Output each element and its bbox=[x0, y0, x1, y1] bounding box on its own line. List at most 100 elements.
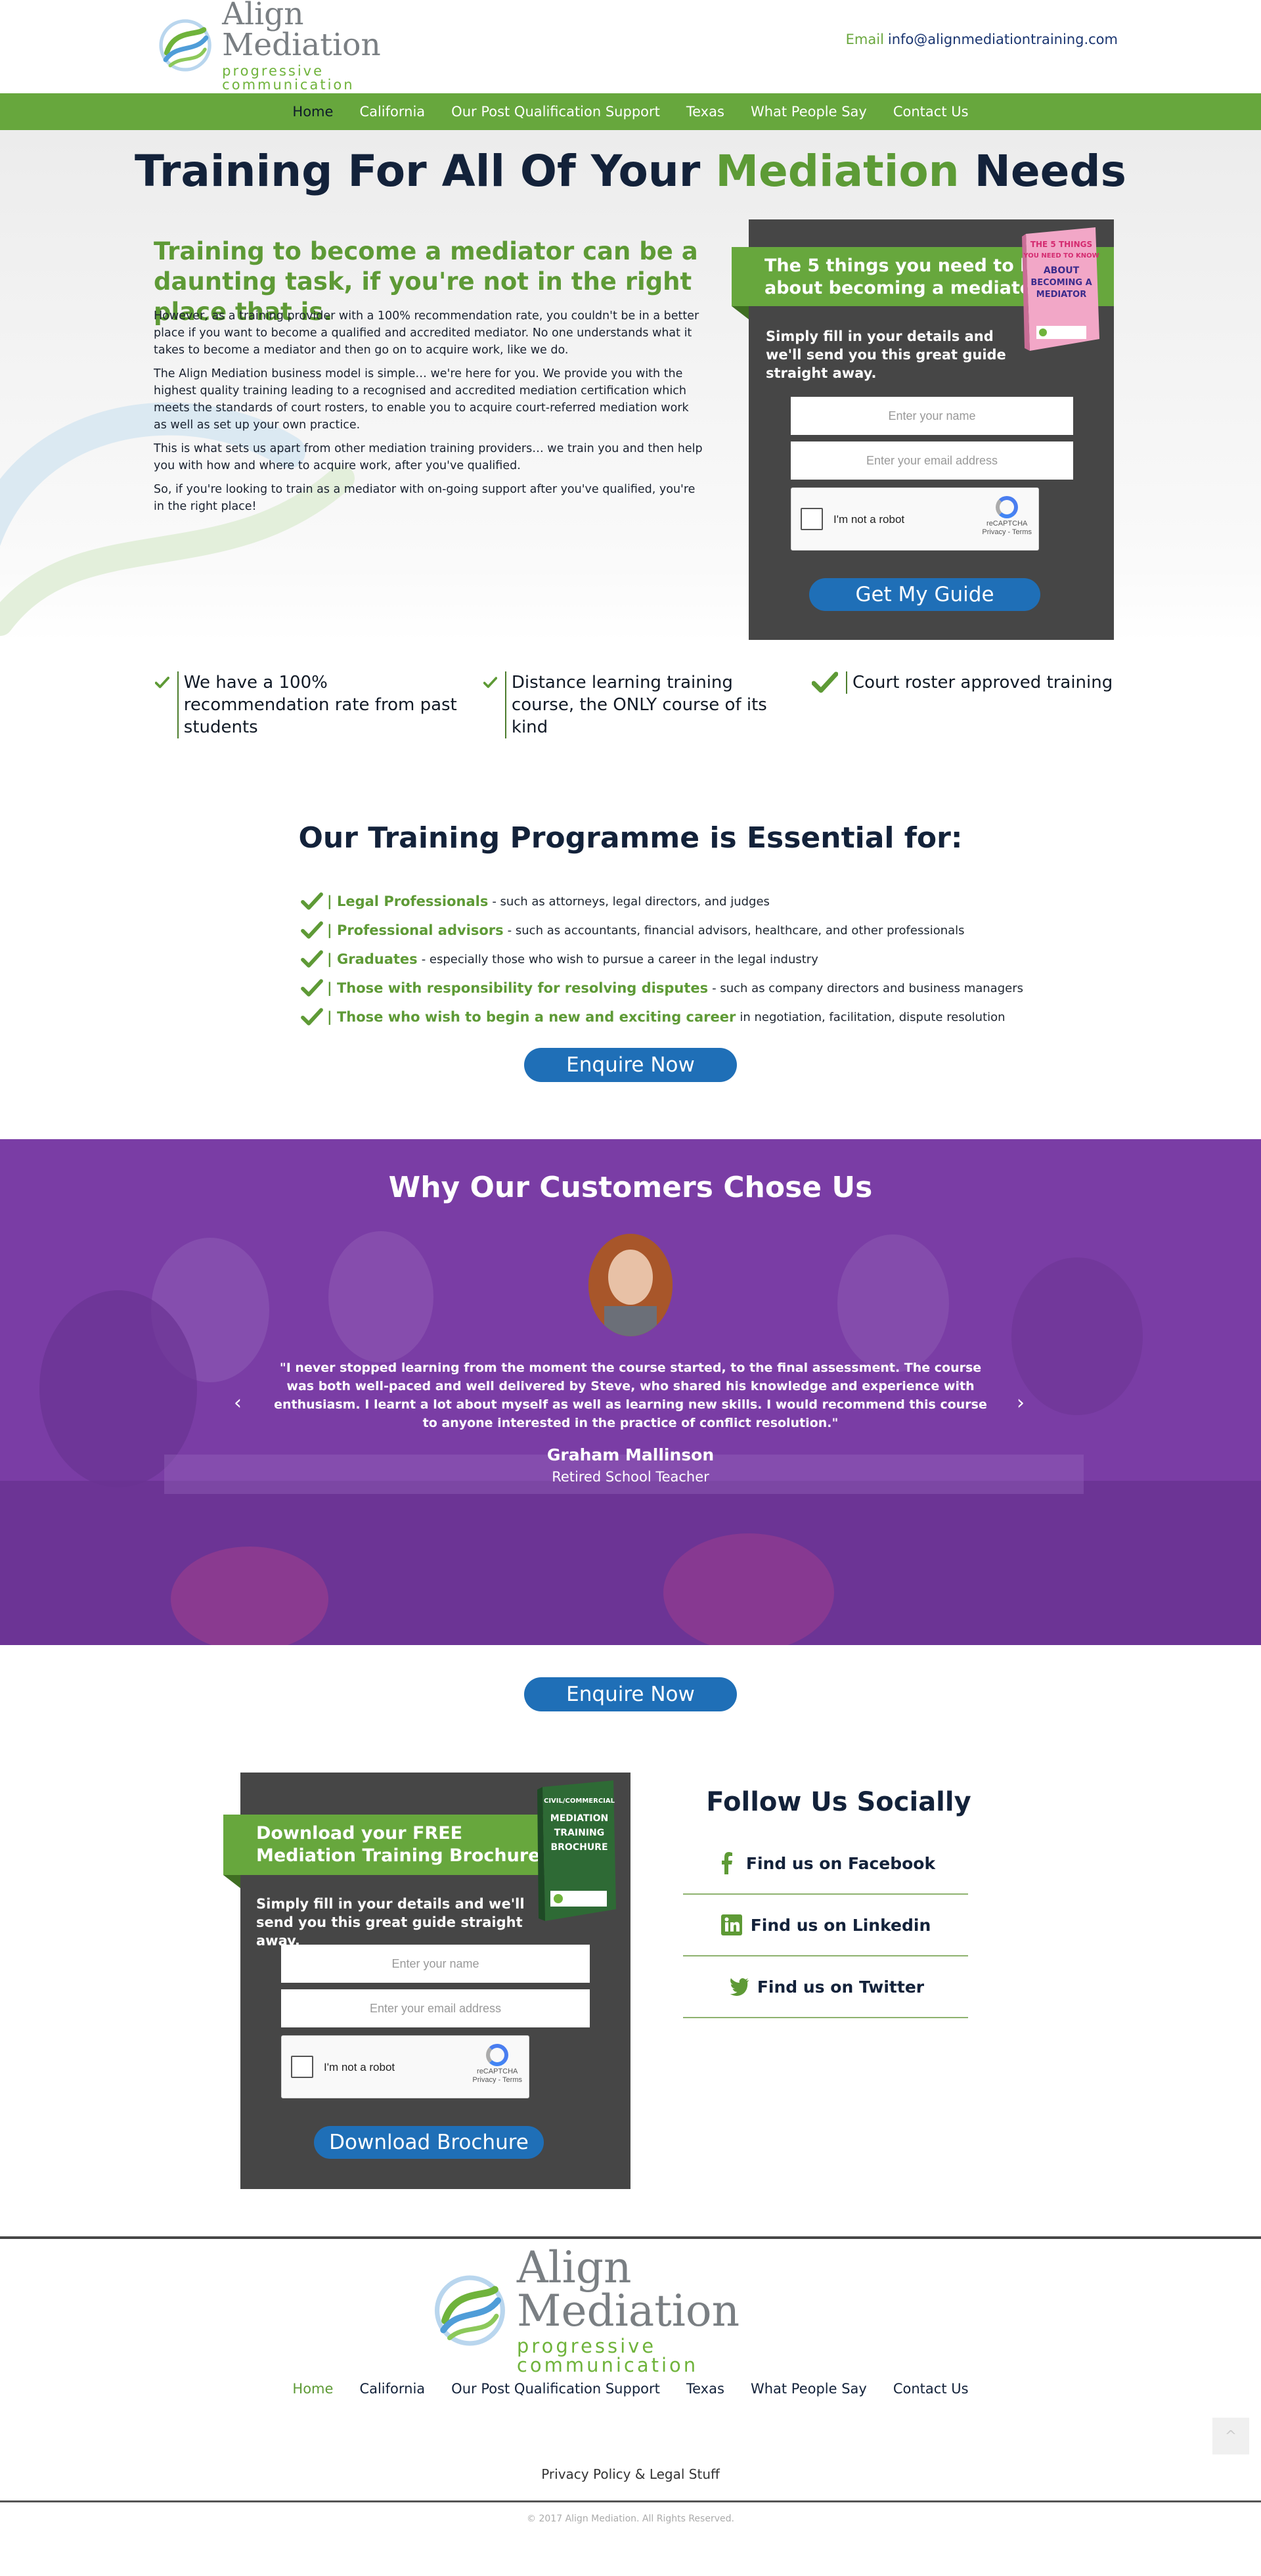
ribbon-fold bbox=[732, 306, 749, 319]
footer-divider bbox=[0, 2236, 1261, 2239]
social-link-linkedin[interactable]: Find us on Linkedin bbox=[683, 1895, 968, 1956]
hero-paragraph: The Align Mediation business model is si… bbox=[154, 367, 689, 432]
get-my-guide-button[interactable]: Get My Guide bbox=[809, 578, 1040, 611]
check-icon bbox=[483, 677, 497, 689]
testimonial-name: Graham Mallinson bbox=[546, 1445, 715, 1464]
recaptcha-links[interactable]: Privacy - Terms bbox=[472, 2076, 522, 2085]
nav-texas[interactable]: Texas bbox=[673, 104, 738, 120]
footer-nav-home[interactable]: Home bbox=[279, 2381, 346, 2397]
footer-nav-post-qualification[interactable]: Our Post Qualification Support bbox=[438, 2381, 673, 2397]
programme-item: | Those who wish to begin a new and exci… bbox=[301, 1003, 1023, 1031]
nav-post-qualification[interactable]: Our Post Qualification Support bbox=[438, 104, 673, 120]
benefit-item: Distance learning training course, the O… bbox=[483, 671, 785, 738]
logo-swirl-icon bbox=[434, 2275, 505, 2346]
check-icon bbox=[301, 892, 323, 910]
logo-name: Align Mediation bbox=[222, 0, 381, 63]
check-icon bbox=[812, 671, 838, 693]
recaptcha-checkbox[interactable] bbox=[291, 2056, 313, 2078]
hero-paragraph: However, as a training provider with a 1… bbox=[154, 309, 699, 357]
nav-home[interactable]: Home bbox=[279, 104, 346, 120]
hero-paragraph: So, if you're looking to train as a medi… bbox=[154, 483, 696, 513]
recaptcha-links[interactable]: Privacy - Terms bbox=[982, 528, 1032, 537]
footer-nav-what-people-say[interactable]: What People Say bbox=[738, 2381, 880, 2397]
brochure-email-input[interactable]: Enter your email address bbox=[281, 1989, 590, 2027]
check-icon bbox=[301, 921, 323, 939]
copyright-text: © 2017 Align Mediation. All Rights Reser… bbox=[527, 2514, 734, 2524]
programme-title: Our Training Programme is Essential for: bbox=[298, 821, 963, 855]
check-icon bbox=[155, 677, 169, 689]
hero-paragraph: This is what sets us apart from other me… bbox=[154, 442, 703, 472]
guide-book-image: THE 5 THINGS YOU NEED TO KNOW ABOUT BECO… bbox=[1022, 227, 1099, 351]
privacy-link[interactable]: Privacy Policy & Legal Stuff bbox=[0, 2466, 1261, 2482]
logo-tagline: progressive communication bbox=[516, 2335, 699, 2376]
svg-text:CIVIL/COMMERCIAL: CIVIL/COMMERCIAL bbox=[544, 1797, 615, 1805]
nav-what-people-say[interactable]: What People Say bbox=[738, 104, 880, 120]
svg-text:BECOMING A: BECOMING A bbox=[1030, 278, 1092, 288]
person-photo bbox=[588, 1234, 673, 1336]
footer-nav-contact[interactable]: Contact Us bbox=[880, 2381, 982, 2397]
linkedin-icon bbox=[720, 1914, 742, 1935]
recaptcha-icon bbox=[486, 2044, 509, 2066]
chevron-left-icon[interactable]: ‹ bbox=[234, 1391, 242, 1414]
footer-divider bbox=[0, 2500, 1261, 2502]
svg-text:THE 5 THINGS: THE 5 THINGS bbox=[1030, 240, 1092, 249]
recaptcha-widget: I'm not a robot reCAPTCHA Privacy - Term… bbox=[791, 487, 1039, 551]
nav-contact[interactable]: Contact Us bbox=[880, 104, 982, 120]
svg-text:ABOUT: ABOUT bbox=[1044, 265, 1080, 276]
hero-body: However, as a training provider with a 1… bbox=[154, 307, 705, 522]
footer-nav-california[interactable]: California bbox=[346, 2381, 438, 2397]
testimonial-title: Why Our Customers Chose Us bbox=[388, 1171, 873, 1204]
nav-california[interactable]: California bbox=[346, 104, 438, 120]
footer-nav: Home California Our Post Qualification S… bbox=[0, 2381, 1261, 2397]
recaptcha-logo: reCAPTCHA Privacy - Terms bbox=[472, 2044, 522, 2085]
brochure-book-image: CIVIL/COMMERCIAL MEDIATION TRAINING BROC… bbox=[537, 1780, 616, 1921]
benefit-item: Court roster approved training bbox=[812, 671, 1114, 694]
recaptcha-checkbox[interactable] bbox=[801, 508, 823, 530]
programme-list: | Legal Professionals - such as attorney… bbox=[301, 887, 1023, 1031]
recaptcha-logo: reCAPTCHA Privacy - Terms bbox=[982, 496, 1032, 537]
guide-email-input[interactable]: Enter your email address bbox=[791, 441, 1073, 480]
twitter-icon bbox=[730, 1978, 749, 1996]
footer-nav-texas[interactable]: Texas bbox=[673, 2381, 738, 2397]
site-logo[interactable]: Align Mediation progressive communicatio… bbox=[156, 0, 452, 92]
svg-text:TRAINING: TRAINING bbox=[554, 1828, 605, 1838]
testimonial-role: Retired School Teacher bbox=[552, 1469, 709, 1485]
recaptcha-icon bbox=[996, 496, 1019, 518]
check-icon bbox=[301, 1008, 323, 1026]
recaptcha-label: I'm not a robot bbox=[324, 2061, 395, 2073]
brochure-name-input[interactable]: Enter your name bbox=[281, 1945, 590, 1983]
footer-logo[interactable]: Align Mediation progressive communicatio… bbox=[431, 2246, 838, 2375]
hero-title: Training For All Of Your Mediation Needs bbox=[135, 146, 1126, 196]
check-icon bbox=[301, 979, 323, 997]
social-link-twitter[interactable]: Find us on Twitter bbox=[683, 1956, 968, 2018]
chevron-right-icon[interactable]: › bbox=[1017, 1391, 1025, 1414]
enquire-now-button[interactable]: Enquire Now bbox=[524, 1677, 737, 1711]
programme-item: | Graduates - especially those who wish … bbox=[301, 945, 1023, 974]
download-brochure-button[interactable]: Download Brochure bbox=[314, 2126, 544, 2159]
enquire-now-button[interactable]: Enquire Now bbox=[524, 1048, 737, 1082]
programme-item: | Those with responsibility for resolvin… bbox=[301, 974, 1023, 1003]
recaptcha-widget: I'm not a robot reCAPTCHA Privacy - Term… bbox=[281, 2035, 529, 2098]
social-link-facebook[interactable]: Find us on Facebook bbox=[683, 1833, 968, 1895]
brochure-form-text: Simply fill in your details and we'll se… bbox=[256, 1896, 525, 1949]
main-nav: Home California Our Post Qualification S… bbox=[0, 93, 1261, 130]
testimonial-quote: "I never stopped learning from the momen… bbox=[274, 1361, 987, 1430]
logo-name: Align Mediation bbox=[516, 2242, 740, 2336]
guide-name-input[interactable]: Enter your name bbox=[791, 397, 1073, 435]
benefit-item: We have a 100% recommendation rate from … bbox=[155, 671, 457, 738]
programme-item: | Professional advisors - such as accoun… bbox=[301, 916, 1023, 945]
scroll-to-top-button[interactable]: ^ bbox=[1212, 2418, 1249, 2454]
guide-form-text: Simply fill in your details and we'll se… bbox=[766, 328, 1006, 381]
social-title: Follow Us Socially bbox=[706, 1787, 971, 1817]
check-icon bbox=[301, 950, 323, 968]
svg-text:YOU NEED TO KNOW: YOU NEED TO KNOW bbox=[1023, 252, 1099, 260]
svg-text:MEDIATION: MEDIATION bbox=[550, 1813, 608, 1824]
recaptcha-label: I'm not a robot bbox=[833, 513, 905, 526]
svg-text:MEDIATOR: MEDIATOR bbox=[1036, 290, 1086, 300]
header-email[interactable]: Email info@alignmediationtraining.com bbox=[846, 32, 1118, 47]
logo-tagline: progressive communication bbox=[222, 63, 355, 93]
testimonial-avatar bbox=[588, 1234, 673, 1336]
email-label: Email bbox=[845, 32, 884, 47]
ribbon-fold bbox=[223, 1875, 240, 1888]
email-address[interactable]: info@alignmediationtraining.com bbox=[888, 32, 1118, 47]
